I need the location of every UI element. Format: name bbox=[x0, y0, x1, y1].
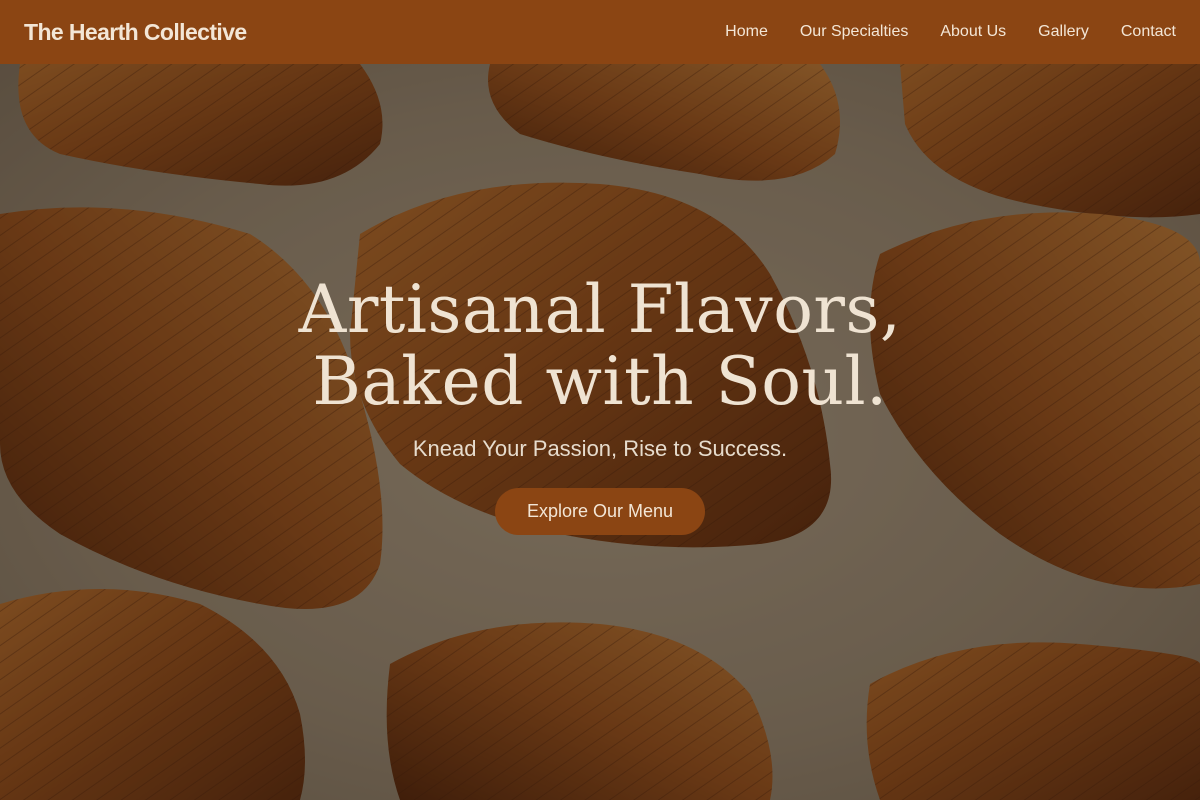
nav-link-specialties[interactable]: Our Specialties bbox=[800, 23, 909, 41]
nav-link-about[interactable]: About Us bbox=[940, 23, 1006, 41]
hero-title-line-1: Artisanal Flavors, bbox=[298, 271, 902, 348]
top-navbar: The Hearth Collective Home Our Specialti… bbox=[0, 0, 1200, 64]
hero-section: Artisanal Flavors, Baked with Soul. Knea… bbox=[0, 64, 1200, 800]
brand-logo[interactable]: The Hearth Collective bbox=[24, 19, 247, 46]
hero-subtitle: Knead Your Passion, Rise to Success. bbox=[412, 436, 788, 461]
hero-title: Artisanal Flavors, Baked with Soul. bbox=[0, 274, 1200, 418]
nav-link-contact[interactable]: Contact bbox=[1121, 23, 1176, 41]
hero-title-line-2: Baked with Soul. bbox=[312, 343, 888, 420]
explore-menu-button[interactable]: Explore Our Menu bbox=[494, 488, 706, 535]
hero-content: Artisanal Flavors, Baked with Soul. Knea… bbox=[0, 274, 1200, 535]
nav-link-home[interactable]: Home bbox=[725, 23, 768, 41]
nav-link-gallery[interactable]: Gallery bbox=[1038, 23, 1089, 41]
nav-menu: Home Our Specialties About Us Gallery Co… bbox=[725, 23, 1176, 41]
